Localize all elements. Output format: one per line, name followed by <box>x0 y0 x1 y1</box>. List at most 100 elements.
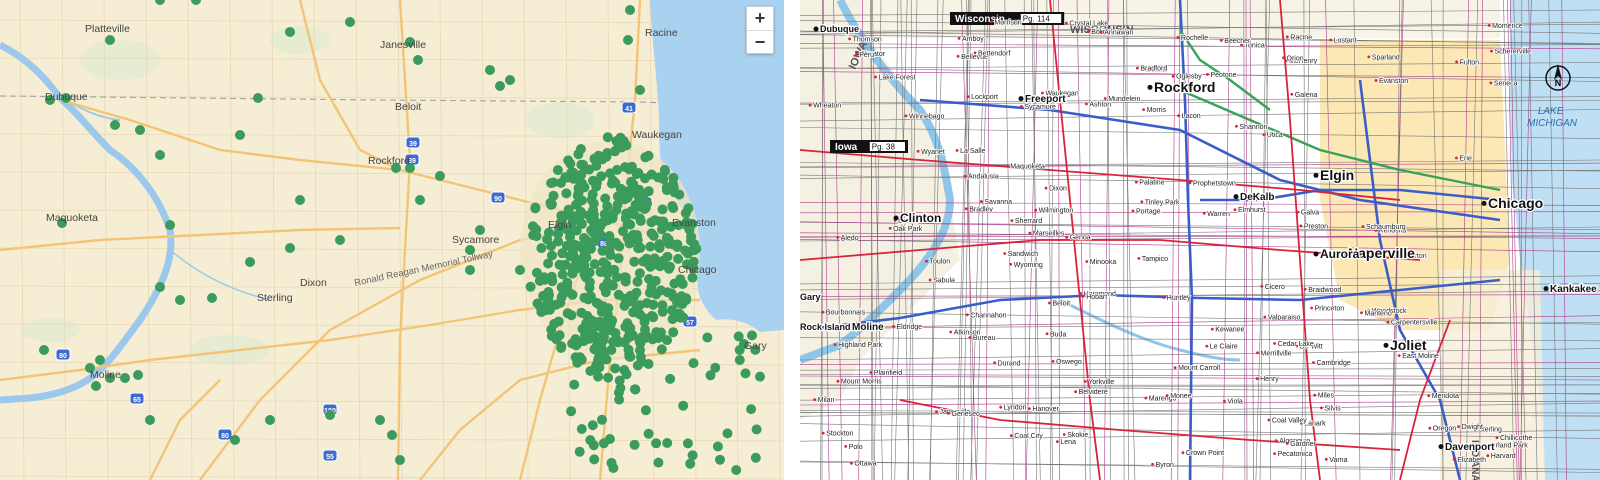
svg-text:Viola: Viola <box>1227 399 1243 406</box>
city-label: Beloit <box>395 101 421 113</box>
svg-text:80: 80 <box>221 433 229 440</box>
location-marker <box>584 267 595 278</box>
location-marker <box>587 189 598 200</box>
minor-city: Winnebago <box>904 113 945 121</box>
city-label: Dixon <box>300 277 327 289</box>
city-label: Gary <box>744 340 768 352</box>
minor-city: Lyndon <box>999 404 1027 413</box>
minor-city: Bettendorf <box>973 50 1011 58</box>
minor-city: Pecatonica <box>1273 450 1313 459</box>
minor-city: Cedar Lake <box>1273 340 1315 349</box>
svg-text:Mount Morris: Mount Morris <box>841 379 882 386</box>
minor-city: Kewanee <box>1210 326 1245 334</box>
location-marker <box>613 253 624 264</box>
minor-city: Toulon <box>925 258 951 267</box>
location-marker <box>576 424 587 434</box>
location-marker <box>165 220 175 230</box>
minor-city: Oregon <box>1428 425 1457 434</box>
minor-city: Highland Park <box>833 341 883 350</box>
svg-text:90: 90 <box>494 196 502 203</box>
location-marker <box>586 243 596 254</box>
location-marker <box>585 366 596 376</box>
location-marker <box>705 370 716 381</box>
minor-city: Sabula <box>928 277 956 285</box>
location-marker <box>628 229 639 240</box>
minor-city: Shannon <box>1235 123 1268 132</box>
svg-text:Sabula: Sabula <box>933 278 955 285</box>
location-marker <box>715 454 725 465</box>
web-map-canvas[interactable]: 419094888074571806555393980 PlattevilleJ… <box>0 0 784 480</box>
zoom-out-button[interactable]: − <box>747 30 773 53</box>
location-marker <box>600 193 611 204</box>
svg-text:Wilmington: Wilmington <box>1039 208 1074 215</box>
location-marker <box>650 275 661 286</box>
location-marker <box>570 352 581 363</box>
svg-text:Hobart: Hobart <box>1086 294 1107 301</box>
location-marker <box>611 272 622 283</box>
svg-text:Lockport: Lockport <box>971 94 998 101</box>
svg-text:Oregon: Oregon <box>1433 426 1456 433</box>
location-marker <box>505 75 515 85</box>
location-marker <box>415 195 425 205</box>
location-marker <box>635 352 646 362</box>
svg-text:East Moline: East Moline <box>1402 353 1439 360</box>
location-marker <box>531 267 542 278</box>
minor-city: Ashton <box>1085 101 1112 109</box>
svg-text:Dixon: Dixon <box>1049 186 1067 193</box>
minor-city: Le Claire <box>1205 343 1239 351</box>
location-marker <box>587 420 598 431</box>
location-marker <box>573 263 583 274</box>
zoom-in-button[interactable]: + <box>747 7 773 30</box>
svg-text:80: 80 <box>59 353 67 360</box>
location-marker <box>625 351 636 362</box>
location-marker <box>175 295 185 305</box>
location-marker <box>578 336 589 347</box>
location-marker <box>578 159 589 170</box>
location-marker <box>623 35 633 45</box>
location-marker <box>629 256 640 267</box>
location-marker <box>610 177 621 188</box>
minor-city: Beecher <box>1219 37 1252 46</box>
minor-city: Preston <box>1299 223 1329 231</box>
svg-text:Durand: Durand <box>998 360 1021 367</box>
location-marker <box>629 439 640 450</box>
svg-text:Bettendorf: Bettendorf <box>978 50 1010 57</box>
location-marker <box>613 289 624 300</box>
svg-text:Mendota: Mendota <box>1432 393 1459 400</box>
location-marker <box>539 274 550 285</box>
location-marker <box>572 190 583 201</box>
minor-city: Mount Morris <box>836 378 883 387</box>
svg-text:Pecatonica: Pecatonica <box>1278 451 1313 458</box>
svg-text:Geneseo: Geneseo <box>952 411 981 418</box>
location-marker <box>608 209 618 220</box>
minor-city: East Moline <box>1397 352 1440 361</box>
location-marker <box>556 341 567 352</box>
minor-city: Bradley <box>964 206 994 214</box>
web-map-panel[interactable]: 419094888074571806555393980 PlattevilleJ… <box>0 0 784 480</box>
minor-city: Cicero <box>1260 283 1286 292</box>
location-marker <box>295 195 305 205</box>
svg-text:Coal Valley: Coal Valley <box>1272 418 1307 425</box>
minor-city: Peotone <box>1206 71 1237 80</box>
svg-text:Annawan: Annawan <box>1104 30 1133 37</box>
svg-text:Morrison: Morrison <box>994 19 1021 26</box>
svg-text:Sandwich: Sandwich <box>1008 251 1038 258</box>
svg-text:Aurora: Aurora <box>1320 247 1360 261</box>
location-marker <box>673 253 684 264</box>
minor-city: Coal Valley <box>1267 417 1308 425</box>
minor-city: Lacon <box>1177 112 1202 121</box>
svg-text:Lacon: Lacon <box>1182 113 1201 120</box>
minor-city: Huntley <box>1162 294 1192 303</box>
location-marker <box>245 257 255 267</box>
svg-text:Beecher: Beecher <box>1224 38 1251 45</box>
location-marker <box>558 288 569 299</box>
svg-text:Lyndon: Lyndon <box>1004 405 1027 412</box>
minor-city: Wilmington <box>1034 207 1074 215</box>
svg-text:Skokie: Skokie <box>1067 432 1088 439</box>
screenshot-root: 419094888074571806555393980 PlattevilleJ… <box>0 0 1600 480</box>
location-marker <box>485 65 495 75</box>
location-marker <box>435 171 445 181</box>
location-marker <box>634 268 645 279</box>
location-marker <box>635 242 646 253</box>
location-marker <box>666 305 677 316</box>
